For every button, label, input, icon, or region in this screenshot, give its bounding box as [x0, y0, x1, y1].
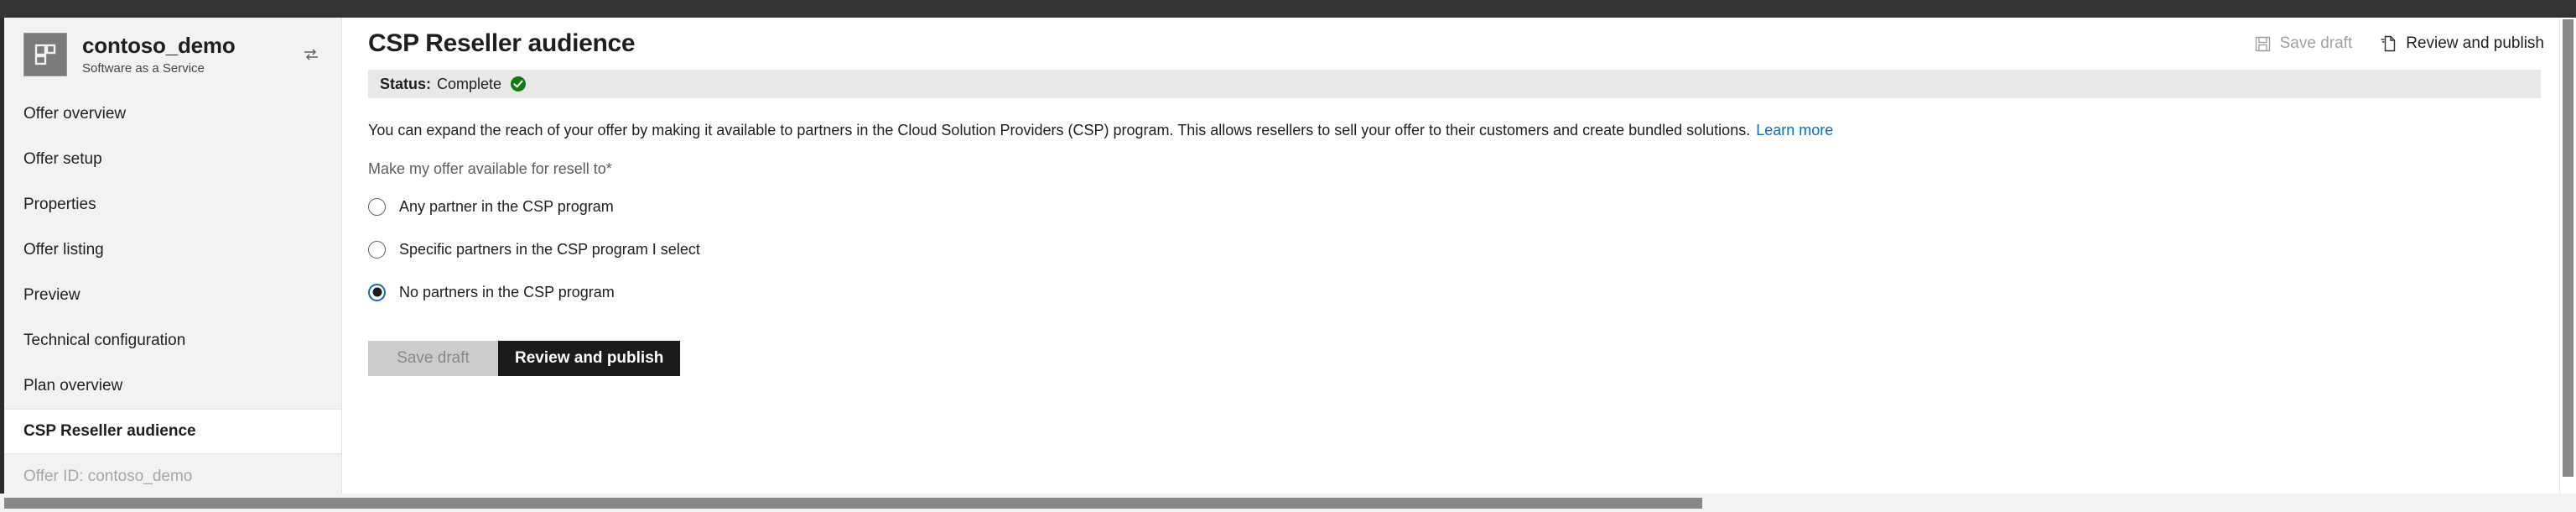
resell-field-label-text: Make my offer available for resell to: [368, 160, 606, 178]
offer-subtitle: Software as a Service: [82, 60, 205, 76]
save-floppy-icon: [2255, 36, 2271, 52]
status-value: Complete: [437, 75, 502, 92]
top-chrome-bar: [0, 0, 2576, 18]
sidebar-item-label: CSP Reseller audience: [23, 422, 196, 440]
sidebar-nav: Offer overview Offer setup Properties Of…: [0, 91, 341, 499]
sidebar-offer-id: Offer ID: contoso_demo: [0, 454, 341, 499]
description-text: You can expand the reach of your offer b…: [368, 120, 2551, 140]
sidebar-item-preview[interactable]: Preview: [0, 273, 341, 318]
radio-option-no-partners[interactable]: No partners in the CSP program: [368, 277, 2551, 307]
green-check-circle-icon: [510, 76, 527, 92]
radio-button[interactable]: [368, 197, 386, 216]
required-asterisk: *: [605, 160, 612, 178]
radio-button-selected[interactable]: [368, 283, 386, 301]
command-bar: Save draft Review and publish: [2255, 34, 2544, 53]
offer-meta: contoso_demo Software as a Service: [82, 34, 294, 76]
sidebar-item-label: Preview: [23, 286, 80, 304]
radio-option-specific-partners[interactable]: Specific partners in the CSP program I s…: [368, 234, 2551, 264]
review-and-publish-button[interactable]: Review and publish: [498, 341, 681, 377]
sidebar-item-offer-overview[interactable]: Offer overview: [0, 91, 341, 137]
offer-name: contoso_demo: [82, 33, 236, 59]
app-tile-icon: [23, 33, 67, 76]
sidebar-item-label: Technical configuration: [23, 332, 186, 349]
form-body: You can expand the reach of your offer b…: [343, 98, 2576, 377]
scrollbar-corner: [2558, 494, 2576, 512]
sidebar-item-label: Plan overview: [23, 377, 123, 394]
sidebar-item-label: Offer overview: [23, 105, 127, 123]
save-draft-button[interactable]: Save draft: [368, 341, 498, 377]
sidebar-item-offer-setup[interactable]: Offer setup: [0, 137, 341, 182]
radio-option-label: Specific partners in the CSP program I s…: [399, 240, 700, 258]
offer-sidebar: contoso_demo Software as a Service Offer…: [0, 18, 342, 494]
save-draft-command-label: Save draft: [2279, 34, 2353, 52]
sidebar-item-label: Properties: [23, 196, 96, 213]
vertical-scrollbar-thumb[interactable]: [2563, 19, 2573, 477]
publish-document-icon: [2381, 35, 2397, 52]
sidebar-item-plan-overview[interactable]: Plan overview: [0, 363, 341, 409]
description-paragraph: You can expand the reach of your offer b…: [368, 122, 1751, 138]
status-badge: Status: Complete: [368, 70, 2541, 98]
page-header: CSP Reseller audience Save draft Review …: [343, 18, 2576, 66]
horizontal-scrollbar-thumb[interactable]: [4, 498, 1702, 509]
radio-button[interactable]: [368, 240, 386, 259]
sidebar-item-technical-configuration[interactable]: Technical configuration: [0, 318, 341, 363]
page-title: CSP Reseller audience: [368, 29, 636, 57]
app-window: contoso_demo Software as a Service Offer…: [0, 0, 2576, 512]
sidebar-offer-id-label: Offer ID: contoso_demo: [23, 468, 193, 485]
horizontal-scrollbar[interactable]: [0, 494, 2576, 512]
main-content: CSP Reseller audience Save draft Review …: [343, 18, 2576, 494]
sidebar-item-csp-reseller-audience[interactable]: CSP Reseller audience: [0, 409, 341, 454]
offer-header: contoso_demo Software as a Service: [0, 18, 341, 88]
sidebar-item-label: Offer listing: [23, 241, 104, 259]
form-actions: Save draft Review and publish: [368, 341, 2551, 377]
vertical-scrollbar[interactable]: [2559, 18, 2576, 494]
sidebar-item-label: Offer setup: [23, 150, 102, 168]
resell-field-label: Make my offer available for resell to*: [368, 160, 2551, 178]
learn-more-link[interactable]: Learn more: [1756, 122, 1833, 138]
sidebar-left-edge: [0, 18, 4, 494]
review-and-publish-command[interactable]: Review and publish: [2381, 34, 2544, 53]
save-draft-command[interactable]: Save draft: [2255, 34, 2353, 53]
review-and-publish-command-label: Review and publish: [2406, 34, 2544, 52]
radio-option-label: Any partner in the CSP program: [399, 197, 614, 215]
sidebar-item-offer-listing[interactable]: Offer listing: [0, 227, 341, 273]
radio-option-any-partner[interactable]: Any partner in the CSP program: [368, 191, 2551, 222]
status-label: Status:: [380, 75, 432, 92]
radio-option-label: No partners in the CSP program: [399, 283, 615, 300]
resell-radio-group: Any partner in the CSP program Specific …: [368, 191, 2551, 307]
sidebar-item-properties[interactable]: Properties: [0, 182, 341, 227]
swap-offer-icon[interactable]: [299, 43, 323, 66]
